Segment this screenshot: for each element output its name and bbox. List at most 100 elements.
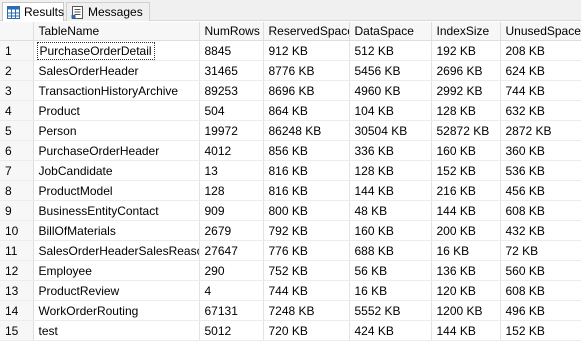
cell-unusedspace[interactable]: 632 KB: [500, 100, 581, 121]
cell-reservedspace[interactable]: 800 KB: [263, 200, 350, 221]
cell-dataspace[interactable]: 128 KB: [349, 160, 432, 181]
cell-dataspace[interactable]: 30504 KB: [349, 120, 432, 141]
row-number[interactable]: 4: [0, 100, 34, 121]
cell-indexsize[interactable]: 144 KB: [431, 200, 501, 221]
cell-tablename[interactable]: BusinessEntityContact: [33, 200, 200, 221]
table-row[interactable]: 2 SalesOrderHeader 31465 8776 KB 5456 KB 2696…: [0, 60, 581, 81]
cell-reservedspace[interactable]: 816 KB: [263, 160, 350, 181]
cell-indexsize[interactable]: 2696 KB: [431, 60, 501, 81]
row-number[interactable]: 15: [0, 320, 34, 341]
table-row[interactable]: 15 test 5012 720 KB 424 KB 144 KB 152 KB: [0, 320, 581, 341]
cell-dataspace[interactable]: 48 KB: [349, 200, 432, 221]
cell-reservedspace[interactable]: 816 KB: [263, 180, 350, 201]
cell-tablename[interactable]: Person: [33, 120, 200, 141]
table-row[interactable]: 6 PurchaseOrderHeader 4012 856 KB 336 KB 160 …: [0, 140, 581, 161]
cell-indexsize[interactable]: 2992 KB: [431, 80, 501, 101]
cell-dataspace[interactable]: 5552 KB: [349, 300, 432, 321]
cell-indexsize[interactable]: 152 KB: [431, 160, 501, 181]
results-grid[interactable]: TableName NumRows ReservedSpace DataSpac…: [0, 22, 581, 341]
cell-tablename[interactable]: PurchaseOrderDetail: [33, 40, 200, 61]
cell-numrows[interactable]: 909: [199, 200, 264, 221]
row-number[interactable]: 10: [0, 220, 34, 241]
cell-indexsize[interactable]: 144 KB: [431, 320, 501, 341]
row-number[interactable]: 11: [0, 240, 34, 261]
cell-indexsize[interactable]: 16 KB: [431, 240, 501, 261]
table-row[interactable]: 3 TransactionHistoryArchive 89253 8696 KB 49…: [0, 80, 581, 101]
column-header-tablename[interactable]: TableName: [33, 22, 200, 41]
cell-unusedspace[interactable]: 496 KB: [500, 300, 581, 321]
cell-numrows[interactable]: 5012: [199, 320, 264, 341]
cell-numrows[interactable]: 19972: [199, 120, 264, 141]
table-row[interactable]: 5 Person 19972 86248 KB 30504 KB 52872 KB 2872…: [0, 120, 581, 141]
row-number[interactable]: 1: [0, 40, 34, 61]
cell-tablename[interactable]: Product: [33, 100, 200, 121]
column-header-numrows[interactable]: NumRows: [199, 22, 264, 41]
cell-tablename[interactable]: Employee: [33, 260, 200, 281]
cell-numrows[interactable]: 4012: [199, 140, 264, 161]
cell-numrows[interactable]: 128: [199, 180, 264, 201]
cell-tablename[interactable]: ProductReview: [33, 280, 200, 301]
cell-indexsize[interactable]: 1200 KB: [431, 300, 501, 321]
cell-dataspace[interactable]: 160 KB: [349, 220, 432, 241]
cell-reservedspace[interactable]: 752 KB: [263, 260, 350, 281]
table-row[interactable]: 12 Employee 290 752 KB 56 KB 136 KB 560 KB: [0, 260, 581, 281]
cell-indexsize[interactable]: 136 KB: [431, 260, 501, 281]
cell-dataspace[interactable]: 56 KB: [349, 260, 432, 281]
cell-unusedspace[interactable]: 360 KB: [500, 140, 581, 161]
cell-unusedspace[interactable]: 432 KB: [500, 220, 581, 241]
cell-indexsize[interactable]: 52872 KB: [431, 120, 501, 141]
row-number[interactable]: 7: [0, 160, 34, 181]
row-number[interactable]: 14: [0, 300, 34, 321]
cell-indexsize[interactable]: 200 KB: [431, 220, 501, 241]
tab-results[interactable]: Results: [2, 2, 64, 21]
cell-numrows[interactable]: 8845: [199, 40, 264, 61]
cell-reservedspace[interactable]: 720 KB: [263, 320, 350, 341]
cell-tablename[interactable]: test: [33, 320, 200, 341]
cell-unusedspace[interactable]: 2872 KB: [500, 120, 581, 141]
cell-indexsize[interactable]: 192 KB: [431, 40, 501, 61]
row-number[interactable]: 9: [0, 200, 34, 221]
table-row[interactable]: 14 WorkOrderRouting 67131 7248 KB 5552 KB 120…: [0, 300, 581, 321]
row-number[interactable]: 5: [0, 120, 34, 141]
cell-numrows[interactable]: 290: [199, 260, 264, 281]
cell-unusedspace[interactable]: 744 KB: [500, 80, 581, 101]
cell-tablename[interactable]: BillOfMaterials: [33, 220, 200, 241]
cell-unusedspace[interactable]: 72 KB: [500, 240, 581, 261]
cell-dataspace[interactable]: 688 KB: [349, 240, 432, 261]
cell-reservedspace[interactable]: 7248 KB: [263, 300, 350, 321]
cell-reservedspace[interactable]: 744 KB: [263, 280, 350, 301]
cell-reservedspace[interactable]: 8696 KB: [263, 80, 350, 101]
table-row[interactable]: 7 JobCandidate 13 816 KB 128 KB 152 KB 536 KB: [0, 160, 581, 181]
cell-numrows[interactable]: 2679: [199, 220, 264, 241]
cell-unusedspace[interactable]: 608 KB: [500, 200, 581, 221]
cell-dataspace[interactable]: 104 KB: [349, 100, 432, 121]
cell-indexsize[interactable]: 120 KB: [431, 280, 501, 301]
row-number[interactable]: 2: [0, 60, 34, 81]
cell-numrows[interactable]: 31465: [199, 60, 264, 81]
column-header-indexsize[interactable]: IndexSize: [431, 22, 501, 41]
cell-dataspace[interactable]: 5456 KB: [349, 60, 432, 81]
cell-unusedspace[interactable]: 152 KB: [500, 320, 581, 341]
cell-reservedspace[interactable]: 856 KB: [263, 140, 350, 161]
cell-numrows[interactable]: 27647: [199, 240, 264, 261]
cell-tablename[interactable]: WorkOrderRouting: [33, 300, 200, 321]
column-header-dataspace[interactable]: DataSpace: [349, 22, 432, 41]
cell-unusedspace[interactable]: 624 KB: [500, 60, 581, 81]
cell-dataspace[interactable]: 4960 KB: [349, 80, 432, 101]
cell-dataspace[interactable]: 336 KB: [349, 140, 432, 161]
table-row[interactable]: 8 ProductModel 128 816 KB 144 KB 216 KB 456 KB: [0, 180, 581, 201]
column-header-reservedspace[interactable]: ReservedSpace: [263, 22, 350, 41]
cell-dataspace[interactable]: 144 KB: [349, 180, 432, 201]
cell-dataspace[interactable]: 16 KB: [349, 280, 432, 301]
row-number[interactable]: 8: [0, 180, 34, 201]
cell-reservedspace[interactable]: 86248 KB: [263, 120, 350, 141]
cell-reservedspace[interactable]: 912 KB: [263, 40, 350, 61]
cell-reservedspace[interactable]: 864 KB: [263, 100, 350, 121]
cell-unusedspace[interactable]: 608 KB: [500, 280, 581, 301]
row-number[interactable]: 12: [0, 260, 34, 281]
cell-tablename[interactable]: PurchaseOrderHeader: [33, 140, 200, 161]
cell-indexsize[interactable]: 128 KB: [431, 100, 501, 121]
cell-reservedspace[interactable]: 776 KB: [263, 240, 350, 261]
table-row[interactable]: 1 PurchaseOrderDetail 8845 912 KB 512 KB 192 …: [0, 40, 581, 61]
table-row[interactable]: 9 BusinessEntityContact 909 800 KB 48 KB 144 …: [0, 200, 581, 221]
